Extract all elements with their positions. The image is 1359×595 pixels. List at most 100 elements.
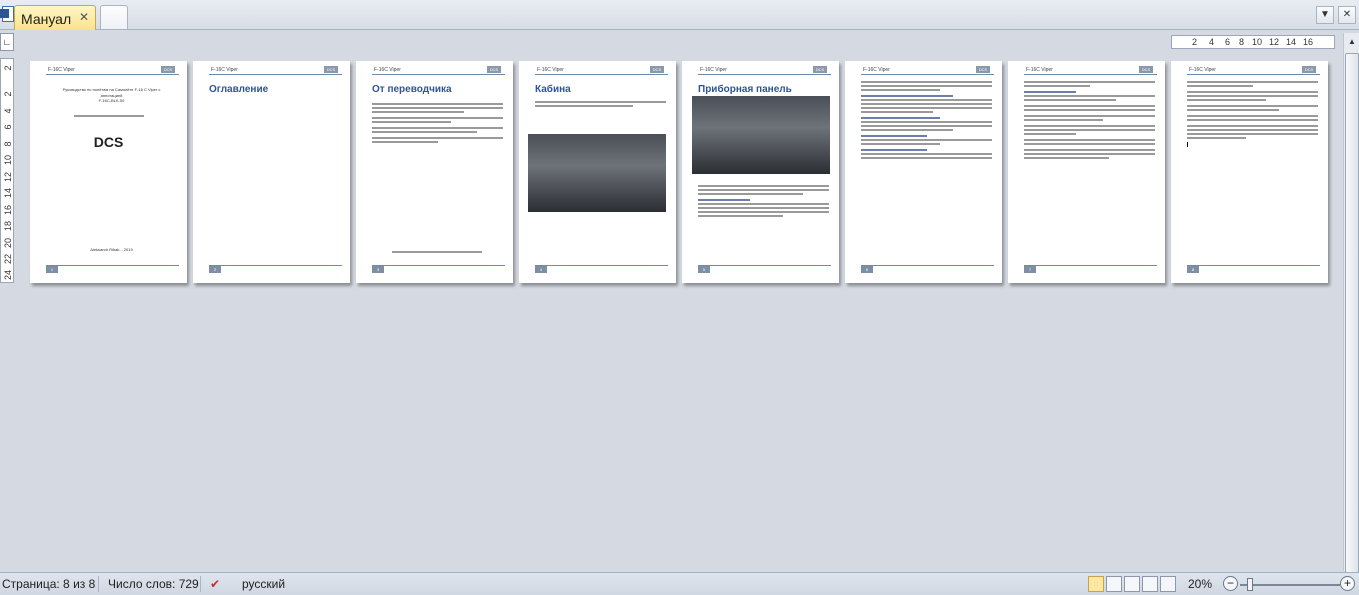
- zoom-slider-thumb[interactable]: [1247, 578, 1253, 591]
- document-page[interactable]: F-16C Viper DCS От переводчика 3: [356, 61, 513, 283]
- header-rule: [209, 74, 342, 75]
- zoom-slider-track[interactable]: [1240, 584, 1340, 586]
- tab-bar: Мануал ✕ ▼ ✕: [0, 0, 1359, 30]
- scroll-thumb[interactable]: [1345, 53, 1359, 573]
- tab-title: Мануал: [21, 11, 72, 27]
- footer-rule: [535, 265, 668, 266]
- page-header: F-16C Viper: [374, 67, 401, 73]
- page-header: F-16C Viper: [1189, 67, 1216, 73]
- footer-rule: [46, 265, 179, 266]
- cover-author: Aleksandr Ribak... 2019: [90, 247, 133, 252]
- cover-title: DCS: [93, 134, 124, 150]
- cover-line: F-16C-BLK-50: [98, 98, 125, 103]
- page-badge: DCS: [976, 66, 990, 73]
- close-window-icon[interactable]: ✕: [1338, 6, 1356, 24]
- page-number: 7: [1024, 266, 1036, 273]
- horizontal-ruler[interactable]: 2 4 6 8 10 12 14 16: [1171, 35, 1335, 49]
- header-rule: [1024, 74, 1157, 75]
- page-header: F-16C Viper: [211, 67, 238, 73]
- tab-manual[interactable]: Мануал ✕: [14, 5, 96, 30]
- divider: [200, 576, 201, 592]
- footer-rule: [861, 265, 994, 266]
- document-page[interactable]: F-16C Viper DCS Кабина 4: [519, 61, 676, 283]
- body-text: [861, 79, 992, 161]
- ruler-toggle-button[interactable]: ∟: [0, 33, 14, 51]
- header-rule: [698, 74, 831, 75]
- body-text: [372, 101, 503, 145]
- ruler-tick: 12: [1269, 37, 1280, 47]
- page-number: 1: [46, 266, 58, 273]
- spellcheck-icon[interactable]: ✔: [210, 577, 220, 591]
- ruler-tick: 10: [1252, 37, 1263, 47]
- document-page[interactable]: F-16C Viper DCS Приборная панель 5: [682, 61, 839, 283]
- full-screen-view-button[interactable]: [1106, 576, 1122, 592]
- page-title: Кабина: [535, 84, 571, 95]
- ruler-tick: 14: [3, 188, 13, 199]
- scroll-up-icon[interactable]: ▲: [1345, 35, 1359, 49]
- document-page[interactable]: F-16C Viper DCS 6: [845, 61, 1002, 283]
- page-header: F-16C Viper: [1026, 67, 1053, 73]
- header-rule: [535, 74, 668, 75]
- page-badge: DCS: [324, 66, 338, 73]
- ruler-tick: 4: [3, 108, 13, 114]
- ruler-tick: 8: [3, 141, 13, 147]
- page-header: F-16C Viper: [48, 67, 75, 73]
- tab-close-icon[interactable]: ✕: [79, 10, 89, 24]
- divider: [98, 576, 99, 592]
- page-number: 8: [1187, 266, 1199, 273]
- document-page[interactable]: F-16C Viper DCS 8: [1171, 61, 1328, 283]
- new-tab-button[interactable]: [100, 5, 128, 29]
- zoom-level[interactable]: 20%: [1188, 577, 1212, 591]
- status-bar: Страница: 8 из 8 Число слов: 729 ✔ русск…: [0, 572, 1359, 595]
- footer-rule: [698, 265, 831, 266]
- page-badge: DCS: [1139, 66, 1153, 73]
- language-indicator[interactable]: русский: [242, 577, 285, 591]
- page-badge: DCS: [813, 66, 827, 73]
- page-header: F-16C Viper: [700, 67, 727, 73]
- cockpit-image: [528, 134, 666, 212]
- web-layout-view-button[interactable]: [1124, 576, 1140, 592]
- body-text: [1187, 79, 1318, 147]
- footer-rule: [372, 265, 505, 266]
- page-badge: DCS: [650, 66, 664, 73]
- ruler-tick: 4: [1209, 37, 1215, 47]
- word-app-icon[interactable]: [0, 6, 14, 22]
- body-text: [698, 183, 829, 219]
- outline-view-button[interactable]: [1142, 576, 1158, 592]
- word-count[interactable]: Число слов: 729: [108, 577, 199, 591]
- ruler-tick: 20: [3, 238, 13, 249]
- page-number: 3: [372, 266, 384, 273]
- footer-rule: [1024, 265, 1157, 266]
- ruler-tick: 6: [3, 124, 13, 130]
- ruler-tick: 8: [1239, 37, 1245, 47]
- footer-rule: [209, 265, 342, 266]
- ruler-tick: 14: [1286, 37, 1297, 47]
- page-header: F-16C Viper: [863, 67, 890, 73]
- ruler-tick: 10: [3, 155, 13, 166]
- page-title: Оглавление: [209, 84, 269, 95]
- page-number: 2: [209, 266, 221, 273]
- document-page[interactable]: F-16C Viper DCS Оглавление 2: [193, 61, 350, 283]
- print-layout-view-button[interactable]: [1088, 576, 1104, 592]
- vertical-ruler[interactable]: 2 2 4 6 8 10 12 14 16 18 20 22 24: [0, 58, 14, 283]
- zoom-out-button[interactable]: −: [1223, 576, 1238, 591]
- ruler-tick: 2: [3, 65, 13, 71]
- page-badge: DCS: [161, 66, 175, 73]
- body-text: [535, 99, 666, 109]
- ruler-tick: 6: [1225, 37, 1231, 47]
- zoom-in-button[interactable]: +: [1340, 576, 1355, 591]
- ruler-tick: 2: [1192, 37, 1198, 47]
- ruler-tick: 12: [3, 172, 13, 183]
- page-badge: DCS: [1302, 66, 1316, 73]
- ruler-tick: 2: [3, 91, 13, 97]
- body-text: [1024, 79, 1155, 161]
- document-page[interactable]: F-16C Viper DCS Руководство по полётам н…: [30, 61, 187, 283]
- page-number: 5: [698, 266, 710, 273]
- ruler-tick: 16: [1303, 37, 1314, 47]
- dropdown-icon[interactable]: ▼: [1316, 6, 1334, 24]
- draft-view-button[interactable]: [1160, 576, 1176, 592]
- header-rule: [372, 74, 505, 75]
- document-page[interactable]: F-16C Viper DCS 7: [1008, 61, 1165, 283]
- vertical-scrollbar[interactable]: ▲: [1343, 33, 1359, 573]
- page-counter[interactable]: Страница: 8 из 8: [2, 577, 95, 591]
